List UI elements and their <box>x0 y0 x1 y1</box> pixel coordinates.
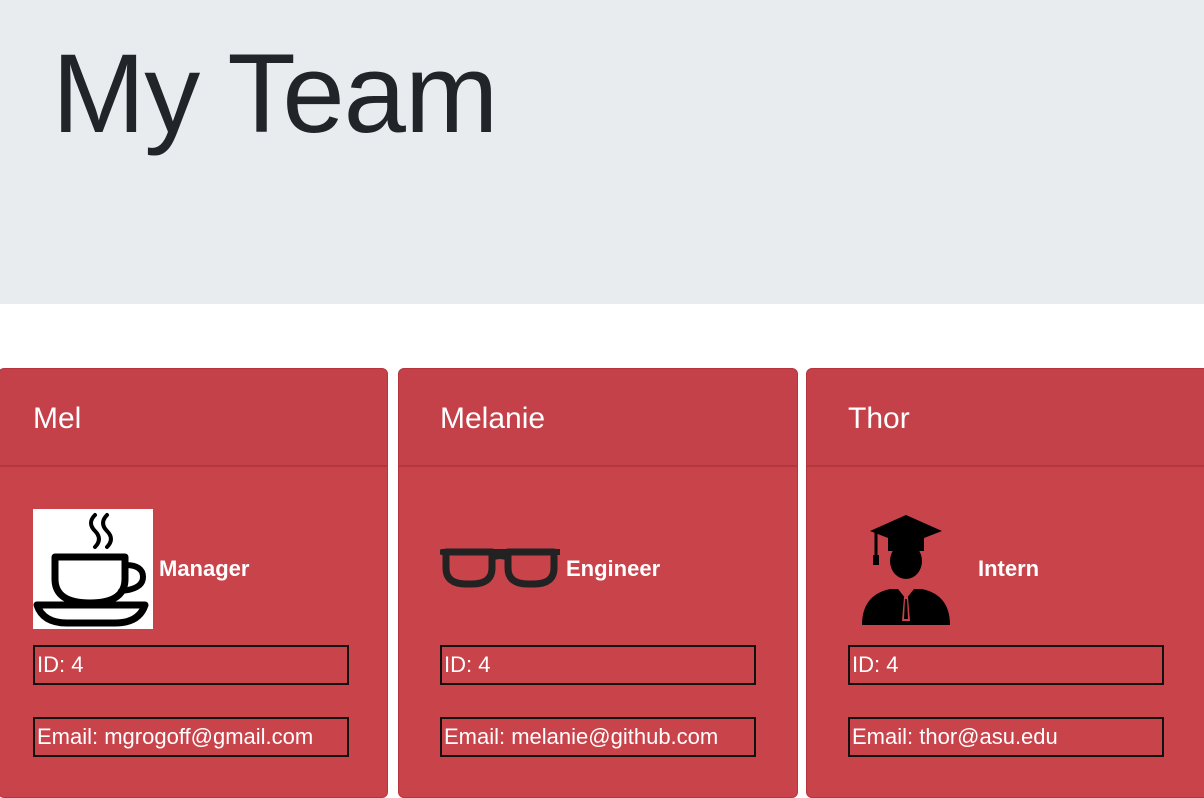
employee-email: Email: melanie@github.com <box>440 717 756 757</box>
glasses-icon <box>440 509 560 629</box>
employee-id: ID: 4 <box>440 645 756 685</box>
employee-email: Email: thor@asu.edu <box>848 717 1164 757</box>
employee-name: Melanie <box>440 402 546 435</box>
employee-card-manager: Mel Manager ID: 4 Email: mgrogoff@gmail.… <box>0 368 388 798</box>
employee-id: ID: 4 <box>848 645 1164 685</box>
employee-id: ID: 4 <box>33 645 349 685</box>
employee-name: Mel <box>33 402 82 435</box>
card-header: Mel <box>0 369 387 467</box>
page-title: My Team <box>52 31 498 156</box>
employee-card-engineer: Melanie Engineer ID: 4 Email: melanie@gi… <box>398 368 798 798</box>
employee-name: Thor <box>848 402 910 435</box>
role-row: Manager <box>33 509 249 629</box>
role-label: Engineer <box>566 556 661 581</box>
card-header: Melanie <box>399 369 797 467</box>
coffee-cup-icon <box>33 509 153 629</box>
role-row: Engineer <box>440 509 660 629</box>
employee-card-intern: Thor Intern ID: 4 Email: thor@asu.edu <box>806 368 1204 798</box>
employee-email: Email: mgrogoff@gmail.com <box>33 717 349 757</box>
header-jumbotron: My Team <box>0 0 1204 304</box>
card-header: Thor <box>807 369 1204 467</box>
role-label: Intern <box>978 556 1040 581</box>
role-label: Manager <box>159 556 250 581</box>
role-row: Intern <box>848 509 1039 629</box>
graduate-icon <box>848 509 972 629</box>
